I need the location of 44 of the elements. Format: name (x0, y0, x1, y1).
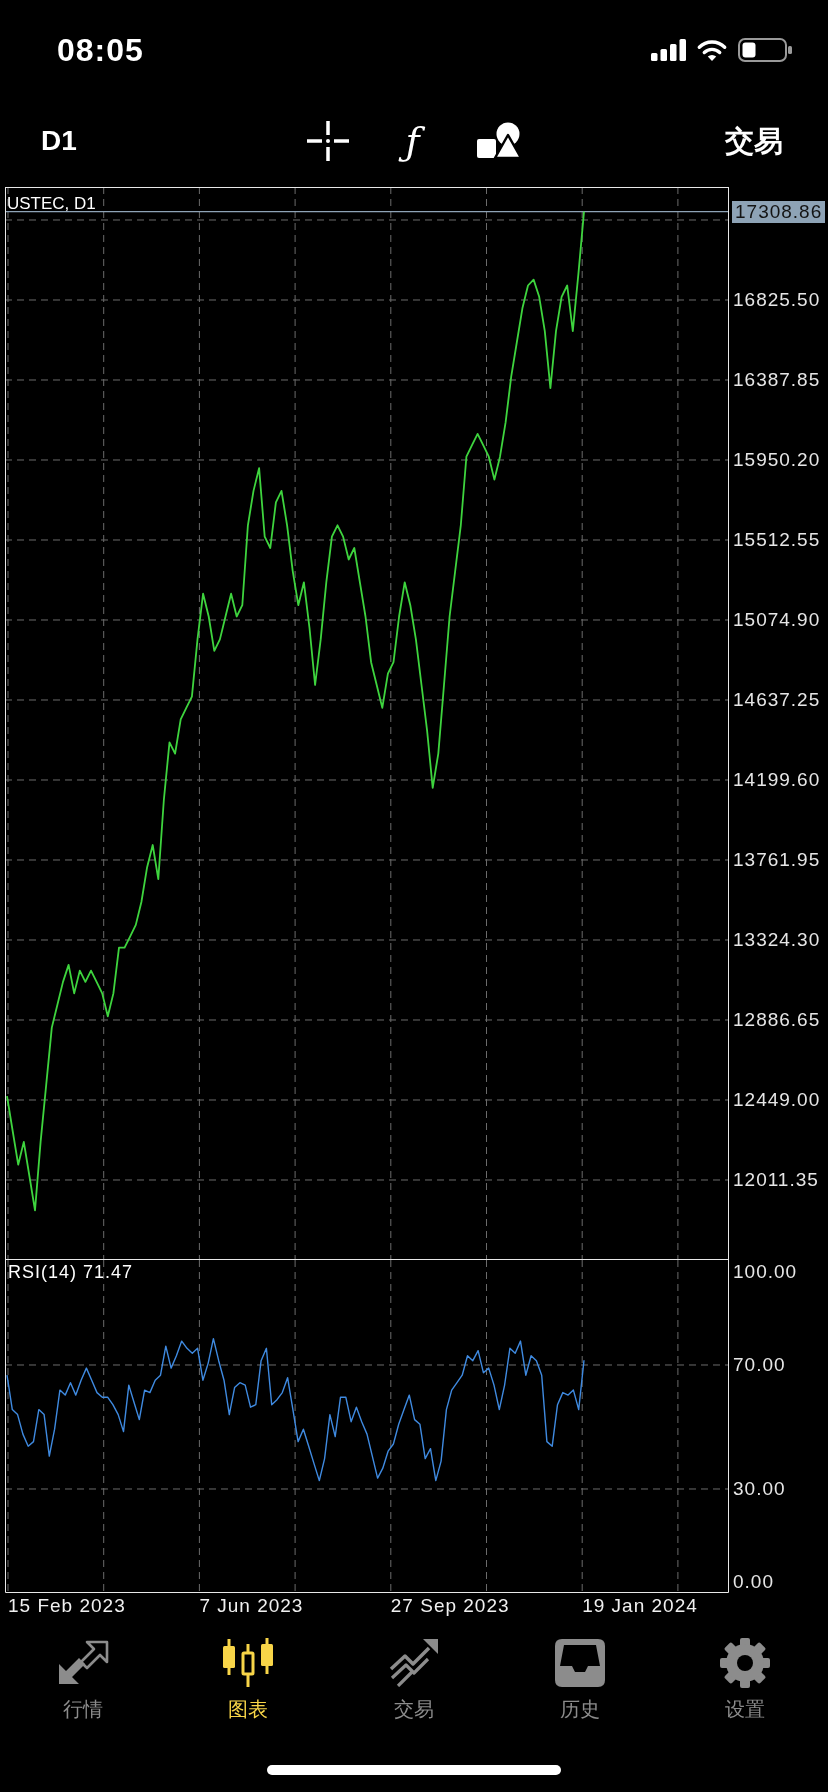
tab-button[interactable]: 行情 (56, 1638, 109, 1740)
trade-button[interactable]: 交易 (725, 123, 783, 159)
price-axis-label: 12449.00 (733, 1089, 821, 1111)
rsi-axis-label: 100.00 (733, 1261, 798, 1283)
rsi-axis-label: 0.00 (733, 1571, 774, 1593)
inbox-tray-icon (554, 1639, 605, 1687)
price-axis-label: 12011.35 (733, 1169, 819, 1191)
battery-icon (738, 38, 792, 62)
tab-button[interactable]: 图表 (222, 1638, 275, 1740)
price-axis-label: 16387.85 (733, 369, 821, 391)
price-axis-label: 13324.30 (733, 929, 821, 951)
timeframe-button[interactable]: D1 (41, 124, 77, 158)
rsi-indicator-label: RSI(14) 71.47 (8, 1261, 134, 1283)
trend-arrow-icon (388, 1639, 440, 1687)
wifi-icon (696, 38, 728, 62)
crosshair-icon (306, 121, 349, 161)
shapes-icon (476, 122, 522, 160)
status-time: 08:05 (57, 31, 144, 70)
rsi-axis-label: 70.00 (733, 1354, 786, 1376)
tab-button[interactable]: 历史 (554, 1638, 605, 1740)
chart-symbol-label: USTEC, D1 (7, 194, 96, 214)
price-axis-label: 14637.25 (733, 689, 821, 711)
date-axis-label: 27 Sep 2023 (390, 1595, 510, 1617)
date-axis-label: 15 Feb 2023 (8, 1595, 126, 1617)
function-button[interactable]: ƒ (396, 120, 429, 162)
candlestick-icon (222, 1638, 275, 1688)
date-axis-label: 19 Jan 2024 (582, 1595, 698, 1617)
rsi-axis-label: 30.00 (733, 1478, 786, 1500)
price-axis-label: 13761.95 (733, 849, 821, 871)
price-axis-label: 15074.90 (733, 609, 821, 631)
signal-bars-icon (651, 39, 686, 61)
price-axis-label: 12886.65 (733, 1009, 821, 1031)
crosshair-button[interactable] (306, 121, 349, 161)
price-axis-label: 15950.20 (733, 449, 821, 471)
current-price-label: 17308.86 (732, 200, 826, 223)
price-axis-label: 16825.50 (733, 289, 821, 311)
price-axis-label: 14199.60 (733, 769, 821, 791)
double-arrow-icon (56, 1640, 109, 1686)
tab-button[interactable]: 设置 (719, 1638, 772, 1740)
shapes-button[interactable] (476, 122, 522, 160)
price-axis-label: 15512.55 (733, 529, 821, 551)
date-axis-label: 7 Jun 2023 (199, 1595, 304, 1617)
gear-icon (719, 1637, 772, 1689)
tab-button[interactable]: 交易 (388, 1638, 440, 1740)
